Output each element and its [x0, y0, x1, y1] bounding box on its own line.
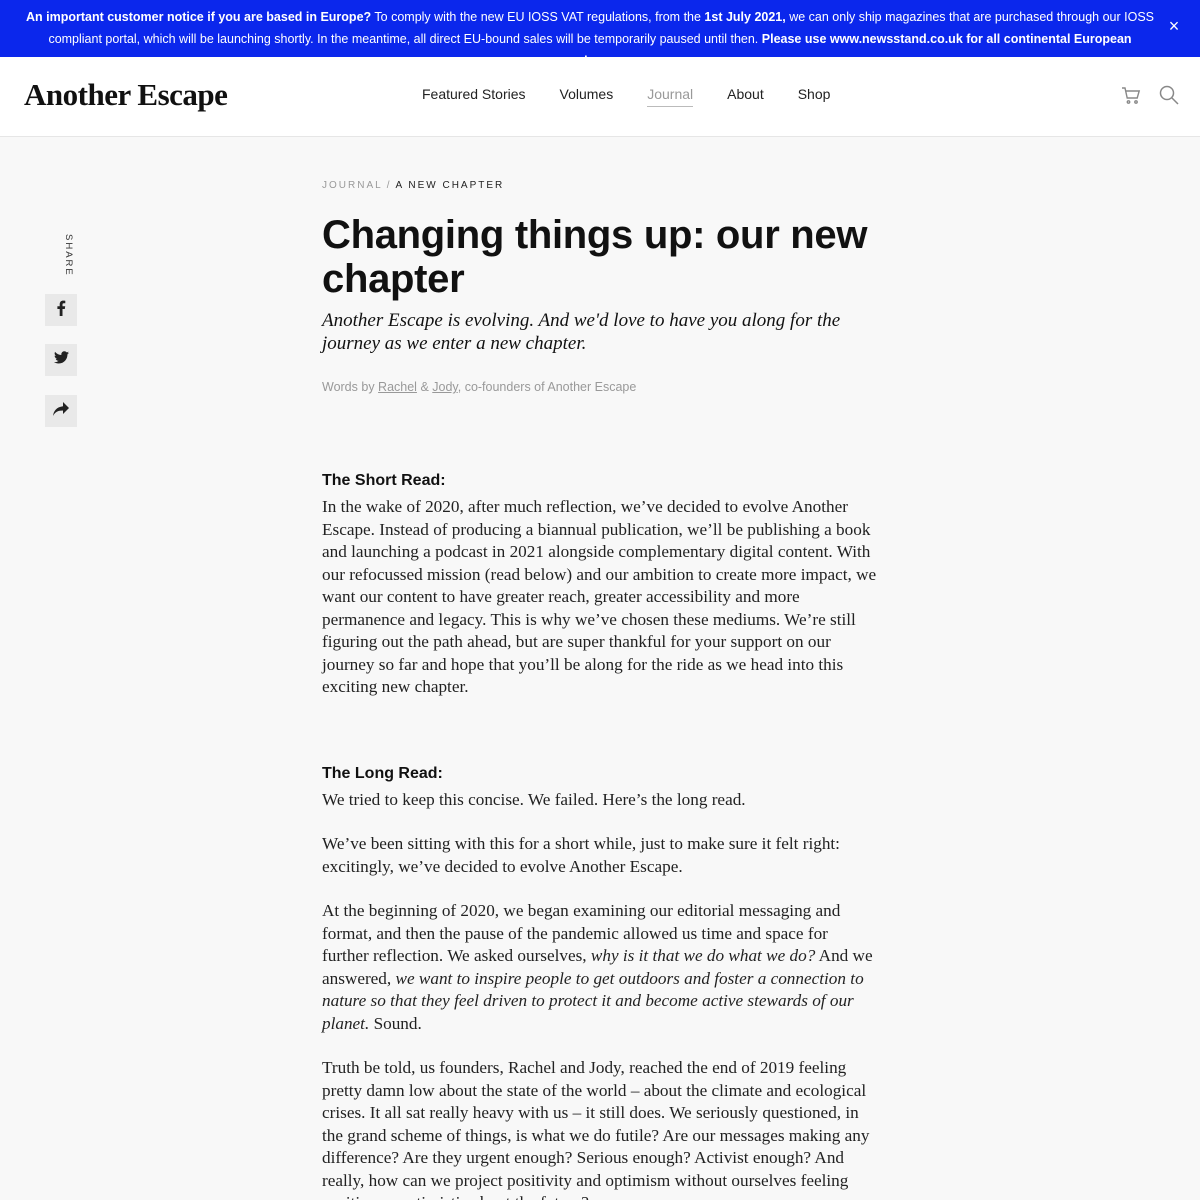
nav-journal[interactable]: Journal	[647, 86, 694, 107]
more-share-button[interactable]	[45, 395, 77, 427]
long-read-paragraph: Truth be told, us founders, Rachel and J…	[322, 1058, 870, 1200]
article-subtitle: Another Escape is evolving. And we'd lov…	[322, 310, 841, 354]
close-icon[interactable]: ×	[1164, 16, 1184, 36]
long-read-paragraph: We tried to keep this concise. We failed…	[322, 789, 746, 809]
notice-lead: An important customer notice if you are …	[25, 10, 372, 24]
nav-about[interactable]: About	[727, 86, 764, 107]
article-title: Changing things up: our new chapter	[322, 213, 868, 301]
nav-shop[interactable]: Shop	[798, 86, 831, 107]
nav-featured-stories[interactable]: Featured Stories	[422, 86, 526, 107]
breadcrumb-journal[interactable]: JOURNAL	[322, 180, 383, 191]
text: Sound.	[369, 1013, 422, 1033]
site-logo[interactable]: Another Escape	[24, 77, 228, 113]
short-read-heading: The Short Read:	[322, 472, 446, 489]
site-header: Another Escape Featured Stories Volumes …	[0, 57, 1200, 137]
article: JOURNAL / A NEW CHAPTER Changing things up…	[322, 180, 882, 1200]
breadcrumb: JOURNAL / A NEW CHAPTER	[322, 180, 882, 191]
article-byline: Words by Rachel & Jody, co-founders of A…	[322, 380, 882, 394]
search-icon[interactable]	[1158, 84, 1180, 106]
byline-amp: &	[416, 380, 433, 394]
eu-notice-banner: An important customer notice if you are …	[0, 0, 1200, 68]
cart-icon[interactable]	[1120, 84, 1142, 106]
long-read-paragraph: We’ve been sitting with this for a short…	[322, 834, 840, 876]
long-read-paragraph: At the beginning of 2020, we began exami…	[322, 900, 878, 1035]
twitter-share-button[interactable]	[45, 344, 77, 376]
byline-suffix: , co-founders of Another Escape	[457, 380, 637, 394]
byline-prefix: Words by	[322, 380, 379, 394]
facebook-share-button[interactable]	[45, 294, 77, 326]
author-link-jody[interactable]: Jody	[432, 380, 457, 394]
facebook-icon	[56, 300, 66, 321]
breadcrumb-current: A NEW CHAPTER	[395, 180, 505, 191]
author-link-rachel[interactable]: Rachel	[378, 380, 417, 394]
twitter-icon	[53, 351, 69, 369]
share-label: SHARE	[63, 234, 74, 277]
notice-date: 1st July 2021,	[704, 10, 786, 24]
short-read-body: In the wake of 2020, after much reflecti…	[322, 497, 877, 696]
main-nav: Featured Stories Volumes Journal About S…	[422, 86, 864, 107]
long-read-heading: The Long Read:	[322, 764, 443, 782]
share-arrow-icon	[53, 401, 69, 421]
italic-question: why is it that we do what we do?	[590, 946, 816, 965]
nav-volumes[interactable]: Volumes	[560, 86, 614, 107]
notice-text: To comply with the new EU IOSS VAT regul…	[371, 10, 705, 24]
breadcrumb-separator: /	[386, 180, 392, 191]
